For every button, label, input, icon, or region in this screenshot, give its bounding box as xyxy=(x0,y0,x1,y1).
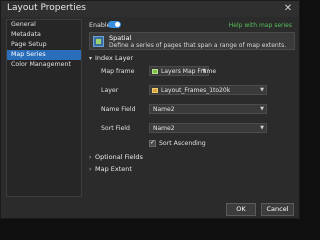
checkmark-icon: ✓ xyxy=(150,139,156,146)
sidebar-item-color-management[interactable]: Color Management xyxy=(7,60,81,70)
title-bar[interactable]: Layout Properties ✕ xyxy=(1,1,299,17)
series-type-name: Spatial xyxy=(109,34,132,42)
layout-properties-dialog: Layout Properties ✕ General Metadata Pag… xyxy=(0,0,300,219)
index-layer-label: Index Layer xyxy=(95,54,134,62)
sort-ascending-checkbox[interactable]: ✓ xyxy=(149,139,156,147)
layer-label: Layer xyxy=(101,87,119,94)
sort-field-label: Sort Field xyxy=(101,125,130,132)
sort-field-dropdown[interactable]: Name2 ▼ xyxy=(149,123,267,133)
map-frame-value: Layers Map Frame xyxy=(161,68,217,75)
map-frame-label: Map frame xyxy=(101,68,135,75)
series-type-description: Define a series of pages that span a ran… xyxy=(109,42,287,49)
chevron-down-icon: ▼ xyxy=(202,68,206,74)
series-type-selector[interactable]: Spatial Define a series of pages that sp… xyxy=(89,32,295,50)
sort-field-value: Name2 xyxy=(153,125,175,132)
sidebar-item-page-setup[interactable]: Page Setup xyxy=(7,40,81,50)
chevron-down-icon: ▼ xyxy=(260,106,264,112)
name-field-dropdown[interactable]: Name2 ▼ xyxy=(149,104,267,114)
index-layer-section-header[interactable]: ▾ Index Layer xyxy=(89,54,133,62)
name-field-value: Name2 xyxy=(153,106,175,113)
enable-toggle[interactable] xyxy=(108,21,121,28)
sidebar-item-metadata[interactable]: Metadata xyxy=(7,30,81,40)
map-extent-section-header[interactable]: › Map Extent xyxy=(89,165,132,173)
ok-button[interactable]: OK xyxy=(226,203,256,216)
sort-ascending-label[interactable]: Sort Ascending xyxy=(159,140,206,147)
sidebar: General Metadata Page Setup Map Series C… xyxy=(6,19,82,197)
layer-dropdown[interactable]: Layout_Frames_1to20k ▼ xyxy=(149,85,267,95)
optional-fields-label: Optional Fields xyxy=(95,153,143,161)
toggle-knob xyxy=(115,22,120,27)
layer-value: Layout_Frames_1to20k xyxy=(161,87,231,94)
close-icon[interactable]: ✕ xyxy=(283,4,293,14)
help-link[interactable]: Help with map series xyxy=(229,22,292,29)
map-series-panel: Enable Help with map series Spatial Defi… xyxy=(85,19,296,197)
optional-fields-section-header[interactable]: › Optional Fields xyxy=(89,153,143,161)
cancel-button[interactable]: Cancel xyxy=(261,203,294,216)
map-extent-label: Map Extent xyxy=(95,165,132,173)
layer-icon xyxy=(152,88,158,93)
dialog-title: Layout Properties xyxy=(7,3,86,13)
sidebar-item-map-series[interactable]: Map Series xyxy=(7,50,81,60)
dialog-footer: OK Cancel xyxy=(1,199,299,218)
chevron-down-icon: ▼ xyxy=(260,87,264,93)
map-frame-dropdown[interactable]: Layers Map Frame ▼ xyxy=(149,66,216,76)
name-field-label: Name Field xyxy=(101,106,136,113)
chevron-down-icon: ▼ xyxy=(260,125,264,131)
map-frame-icon xyxy=(152,69,158,74)
spatial-icon-fill xyxy=(96,39,101,44)
sidebar-item-general[interactable]: General xyxy=(7,20,81,30)
spatial-series-icon xyxy=(93,36,104,47)
